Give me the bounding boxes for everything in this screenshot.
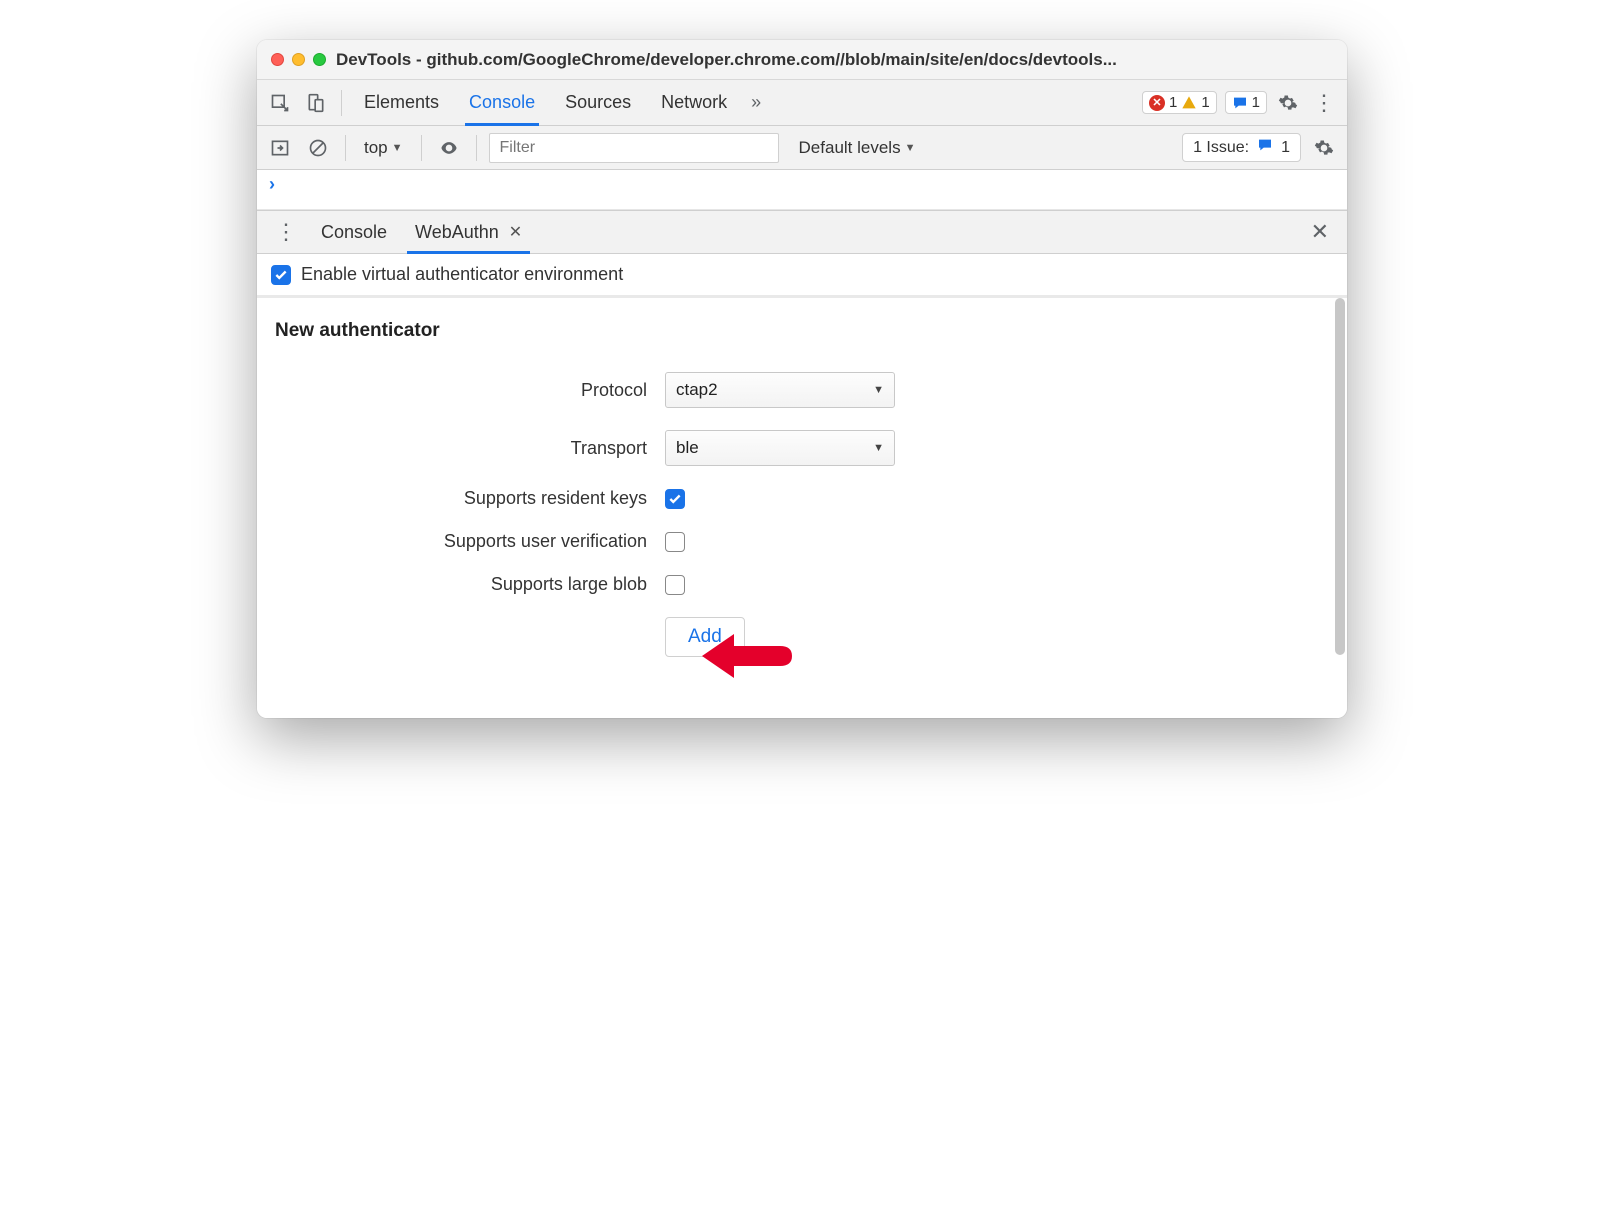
enable-virtual-env-row: Enable virtual authenticator environment [257,254,1347,298]
window-title: DevTools - github.com/GoogleChrome/devel… [336,50,1333,70]
user-verification-row: Supports user verification [275,531,1329,552]
errors-warnings-badge[interactable]: ✕ 1 1 [1142,91,1217,114]
tab-console[interactable]: Console [457,80,547,126]
issues-count: 1 [1281,139,1290,157]
warning-icon [1181,95,1197,111]
message-icon [1257,137,1273,158]
window-close-button[interactable] [271,53,284,66]
protocol-row: Protocol ctap2 ▼ [275,372,1329,408]
titlebar: DevTools - github.com/GoogleChrome/devel… [257,40,1347,80]
enable-virtual-env-checkbox[interactable] [271,265,291,285]
transport-label: Transport [275,438,665,459]
console-toolbar: top ▼ Default levels ▼ 1 Issue: 1 [257,126,1347,170]
section-title: New authenticator [275,320,1329,342]
devtools-window: DevTools - github.com/GoogleChrome/devel… [257,40,1347,718]
resident-keys-row: Supports resident keys [275,488,1329,509]
status-badges: ✕ 1 1 1 [1142,91,1267,114]
transport-select[interactable]: ble ▼ [665,430,895,466]
resident-keys-checkbox[interactable] [665,489,685,509]
large-blob-checkbox[interactable] [665,575,685,595]
chevron-down-icon: ▼ [392,142,403,154]
log-levels-selector[interactable]: Default levels ▼ [793,138,922,158]
message-count: 1 [1252,94,1260,111]
live-expression-icon[interactable] [434,133,464,163]
resident-keys-label: Supports resident keys [275,488,665,509]
tab-label: Elements [364,92,439,113]
enable-virtual-env-label: Enable virtual authenticator environment [301,264,623,285]
more-icon[interactable]: ⋮ [1309,88,1339,118]
clear-console-icon[interactable] [303,133,333,163]
tab-sources[interactable]: Sources [553,80,643,126]
levels-label: Default levels [799,138,901,158]
chevron-down-icon: ▼ [873,384,884,396]
settings-icon[interactable] [1273,88,1303,118]
console-body[interactable]: › [257,170,1347,210]
tab-label: Network [661,92,727,113]
protocol-select[interactable]: ctap2 ▼ [665,372,895,408]
error-count: 1 [1169,94,1177,111]
message-icon [1232,95,1248,111]
issues-badge[interactable]: 1 Issue: 1 [1182,133,1301,162]
issues-label: 1 Issue: [1193,139,1249,157]
context-selector[interactable]: top ▼ [358,138,409,158]
protocol-value: ctap2 [676,380,718,400]
transport-value: ble [676,438,699,458]
transport-row: Transport ble ▼ [275,430,1329,466]
user-verification-label: Supports user verification [275,531,665,552]
drawer-tab-label: Console [321,222,387,243]
tabs-overflow-icon[interactable]: » [745,92,767,113]
large-blob-label: Supports large blob [275,574,665,595]
drawer-tabs: ⋮ Console WebAuthn ✕ ✕ [257,210,1347,254]
console-prompt-icon: › [269,174,275,195]
add-button-label: Add [688,626,722,647]
context-label: top [364,138,388,158]
error-icon: ✕ [1149,95,1165,111]
inspect-icon[interactable] [265,88,295,118]
window-controls [271,53,326,66]
window-maximize-button[interactable] [313,53,326,66]
close-tab-icon[interactable]: ✕ [509,222,522,242]
drawer-tab-webauthn[interactable]: WebAuthn ✕ [401,210,536,254]
drawer-tab-label: WebAuthn [415,222,499,243]
divider [421,135,422,161]
divider [476,135,477,161]
messages-badge[interactable]: 1 [1225,91,1267,114]
tab-network[interactable]: Network [649,80,739,126]
device-toggle-icon[interactable] [301,88,331,118]
main-tabs-bar: Elements Console Sources Network » ✕ 1 1… [257,80,1347,126]
tab-label: Sources [565,92,631,113]
warning-count: 1 [1201,94,1209,111]
scrollbar-thumb[interactable] [1335,298,1345,655]
user-verification-checkbox[interactable] [665,532,685,552]
chevron-down-icon: ▼ [873,442,884,454]
protocol-label: Protocol [275,380,665,401]
webauthn-panel: New authenticator Protocol ctap2 ▼ Trans… [257,298,1347,718]
large-blob-row: Supports large blob [275,574,1329,595]
divider [345,135,346,161]
divider [341,90,342,116]
chevron-down-icon: ▼ [905,142,916,154]
add-button[interactable]: Add [665,617,745,657]
drawer-close-icon[interactable]: ✕ [1301,219,1339,245]
tab-elements[interactable]: Elements [352,80,451,126]
filter-input[interactable] [489,133,779,163]
add-row: Add [275,617,1329,657]
drawer-tab-console[interactable]: Console [307,210,401,254]
drawer-more-icon[interactable]: ⋮ [265,221,307,243]
tab-label: Console [469,92,535,113]
console-sidebar-toggle-icon[interactable] [265,133,295,163]
window-minimize-button[interactable] [292,53,305,66]
console-settings-icon[interactable] [1309,133,1339,163]
